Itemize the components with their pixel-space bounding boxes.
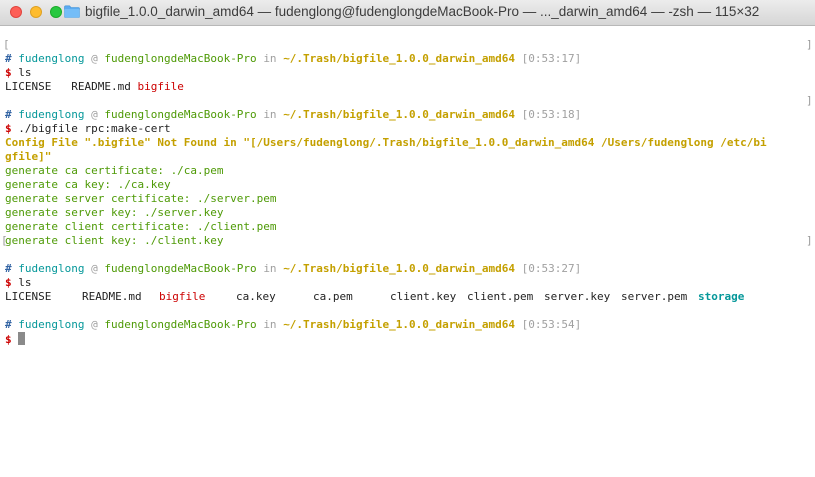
output-line: generate ca key: ./ca.key [5, 178, 171, 191]
command-line: $ ls [5, 66, 32, 79]
output-line: generate server key: ./server.key [5, 206, 224, 219]
output-line: generate client certificate: ./client.pe… [5, 220, 277, 233]
text-cursor [18, 332, 26, 345]
close-button[interactable] [10, 6, 22, 18]
ls-entry: server.pem [621, 290, 688, 303]
folder-icon [64, 5, 80, 18]
ls-entry: README.md [71, 80, 131, 93]
command-line: $ ./bigfile rpc:make-cert [5, 122, 171, 135]
ls-entry: LICENSE [5, 80, 52, 93]
zoom-button[interactable] [50, 6, 62, 18]
ls-entry: bigfile [137, 80, 184, 93]
prompt-line: # fudenglong @ fudenglongdeMacBook-Pro i… [5, 52, 582, 65]
mark-bracket-right: ] [806, 38, 813, 51]
command-line: $ ls [5, 276, 32, 289]
output-line: generate client key: ./client.key [5, 234, 224, 247]
ls-entry: client.pem [467, 290, 534, 303]
mark-bracket-left: [ [3, 38, 10, 51]
prompt-line: # fudenglong @ fudenglongdeMacBook-Pro i… [5, 262, 582, 275]
ls-entry: storage [698, 290, 745, 303]
terminal-output[interactable]: [ ] # fudenglong @ fudenglongdeMacBook-P… [0, 27, 815, 477]
ls-entry: server.key [544, 290, 611, 303]
output-line: generate ca certificate: ./ca.pem [5, 164, 224, 177]
terminal-window: bigfile_1.0.0_darwin_amd64 — fudenglong@… [0, 0, 815, 477]
ls-entry: client.key [390, 290, 457, 303]
ls-output: LICENSE README.md bigfile ca.key ca.pem clien… [5, 290, 744, 304]
ls-entry: LICENSE [5, 290, 52, 303]
window-controls [10, 6, 62, 18]
minimize-button[interactable] [30, 6, 42, 18]
window-title: bigfile_1.0.0_darwin_amd64 — fudenglong@… [85, 4, 760, 19]
ls-entry: ca.key [236, 290, 276, 303]
window-title-area: bigfile_1.0.0_darwin_amd64 — fudenglong@… [64, 4, 759, 19]
ls-entry: ca.pem [313, 290, 353, 303]
title-bar[interactable]: bigfile_1.0.0_darwin_amd64 — fudenglong@… [0, 0, 815, 26]
mark-bracket-right: ] [806, 234, 813, 247]
output-line: generate server certificate: ./server.pe… [5, 192, 277, 205]
ls-entry: bigfile [159, 290, 206, 303]
prompt-line: # fudenglong @ fudenglongdeMacBook-Pro i… [5, 318, 582, 331]
mark-bracket-right: ] [806, 94, 813, 107]
error-line: Config File ".bigfile" Not Found in "[/U… [5, 136, 767, 149]
error-line: gfile]" [5, 150, 52, 163]
prompt-line: # fudenglong @ fudenglongdeMacBook-Pro i… [5, 108, 582, 121]
ls-entry: README.md [82, 290, 142, 303]
command-line[interactable]: $ [5, 332, 26, 347]
ls-output: LICENSE README.md bigfile [5, 80, 184, 94]
